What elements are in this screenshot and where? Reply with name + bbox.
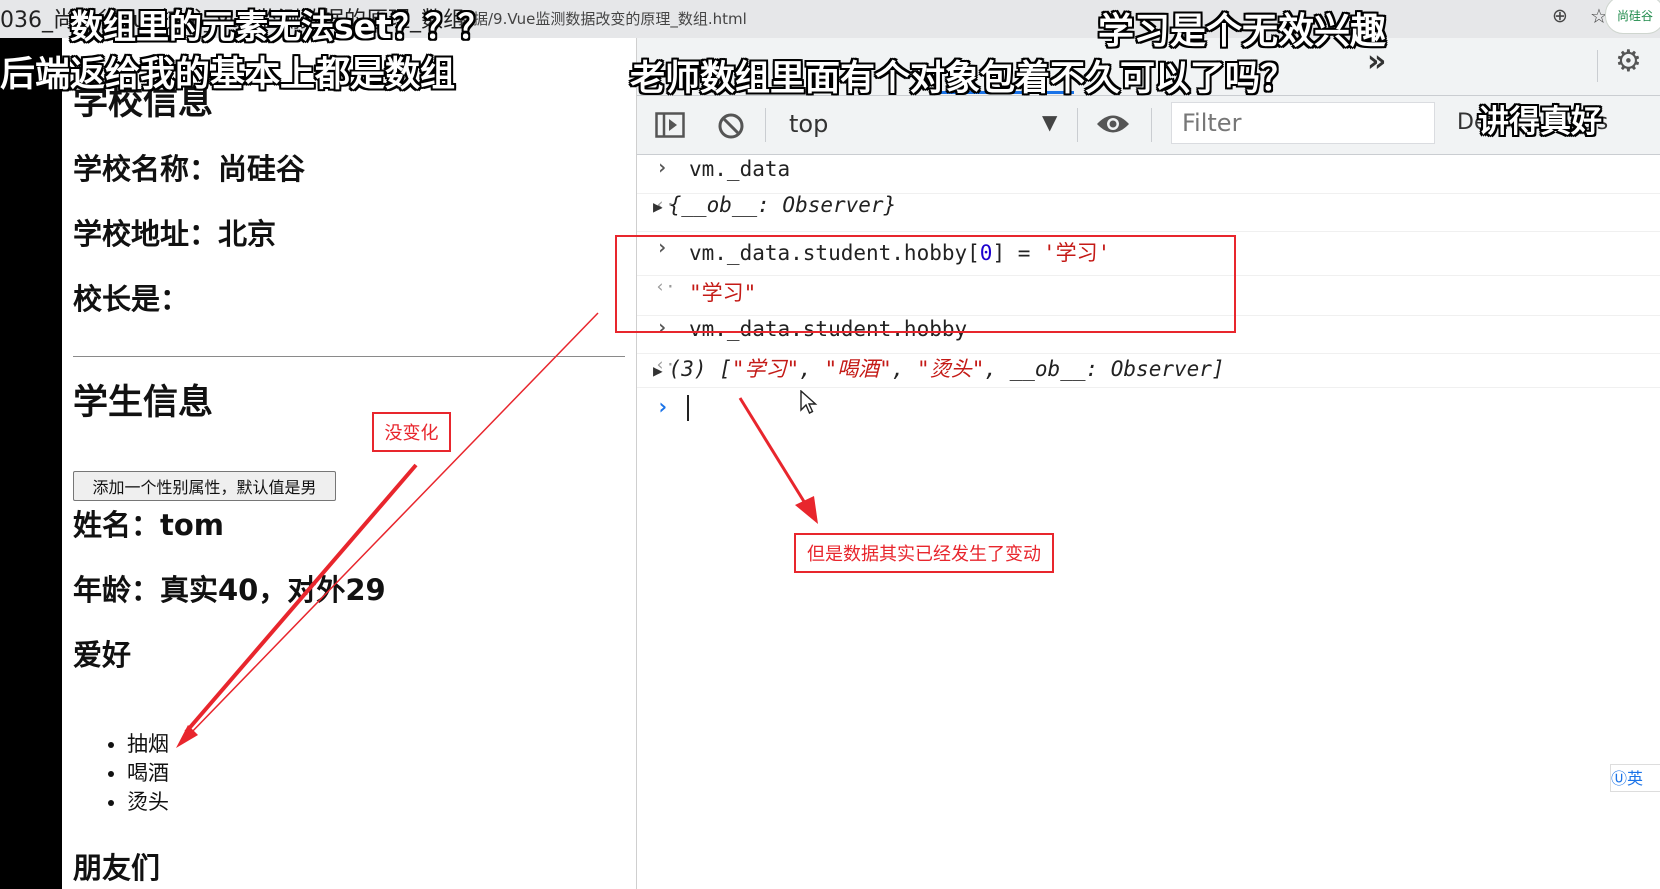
context-selector[interactable]: top <box>789 110 828 138</box>
console-input: vm._data <box>689 157 791 181</box>
filter-input[interactable] <box>1171 102 1435 144</box>
address-path[interactable]: 数据/9.Vue监测数据改变的原理_数组.html <box>458 8 747 29</box>
mouse-cursor-icon <box>800 390 818 414</box>
expand-triangle-icon[interactable]: ▶ <box>653 361 663 380</box>
highlight-frame <box>615 235 1236 333</box>
ime-logo-icon: Ⓤ <box>1611 769 1628 788</box>
subtitle: 老师数组里面有个对象包着不久可以了吗？ <box>630 59 1296 99</box>
list-item: 烫头 <box>127 788 169 817</box>
console-output[interactable]: ▶ (3) ["学习", "喝酒", "烫头", __ob__: Observer… <box>653 353 1225 383</box>
list-item: 抽烟 <box>127 730 169 759</box>
gear-icon[interactable]: ⚙ <box>1615 44 1642 79</box>
sidebar-toggle-icon[interactable] <box>655 112 685 138</box>
toolbar-separator <box>1077 108 1078 142</box>
video-left-border <box>0 0 62 889</box>
eye-icon[interactable] <box>1096 113 1130 135</box>
annotation-data-changed: 但是数据其实已经发生了变动 <box>794 533 1054 573</box>
annotation-no-change: 没变化 <box>372 412 451 452</box>
hobby-list: 抽烟 喝酒 烫头 <box>73 730 169 817</box>
prompt-chevron-icon: › <box>656 155 669 179</box>
student-name: 姓名：tom <box>73 508 225 542</box>
school-address: 学校地址：北京 <box>73 217 277 251</box>
subtitle: 学习是个无效兴趣 <box>1098 11 1387 52</box>
hobby-heading: 爱好 <box>73 638 132 672</box>
console-caret[interactable] <box>687 395 689 421</box>
add-sex-button[interactable]: 添加一个性别属性，默认值是男 <box>73 471 336 501</box>
subtitle: 数组里的元素无法set？？？ <box>70 7 491 46</box>
principal: 校长是： <box>73 282 190 316</box>
subtitle: 后端返给我的基本上都是数组 <box>0 55 456 95</box>
school-name: 学校名称：尚硅谷 <box>73 152 306 186</box>
horizontal-rule <box>73 356 625 357</box>
expand-triangle-icon[interactable]: ▶ <box>653 197 663 216</box>
toolbar-separator <box>1151 108 1152 142</box>
console-output[interactable]: ▶ {__ob__: Observer} <box>653 193 896 217</box>
subtitle: 讲得真好 <box>1478 104 1602 140</box>
active-prompt-icon: › <box>656 395 670 420</box>
console-output-row[interactable]: ‹· ▶ {__ob__: Observer} <box>637 193 1660 232</box>
dropdown-arrow-icon[interactable]: ▼ <box>1042 110 1057 134</box>
student-age: 年龄：真实40，对外29 <box>73 573 386 607</box>
tab-separator <box>1597 50 1598 82</box>
zoom-icon[interactable]: ⊕ <box>1552 5 1568 27</box>
console-output-row[interactable]: ‹· ▶ (3) ["学习", "喝酒", "烫头", __ob__: Obser… <box>637 353 1660 388</box>
console-input-row: › vm._data <box>637 155 1660 194</box>
list-item: 喝酒 <box>127 759 169 788</box>
friends-heading: 朋友们 <box>73 851 161 885</box>
toolbar-separator <box>765 108 766 142</box>
clear-console-icon[interactable] <box>717 112 745 140</box>
ime-indicator[interactable]: Ⓤ英 <box>1610 764 1660 792</box>
student-heading: 学生信息 <box>73 383 214 423</box>
rendered-page: 学校信息 学校名称：尚硅谷 学校地址：北京 校长是： 学生信息 添加一个性别属性… <box>62 38 636 889</box>
site-logo: 尚硅谷 <box>1605 0 1660 34</box>
